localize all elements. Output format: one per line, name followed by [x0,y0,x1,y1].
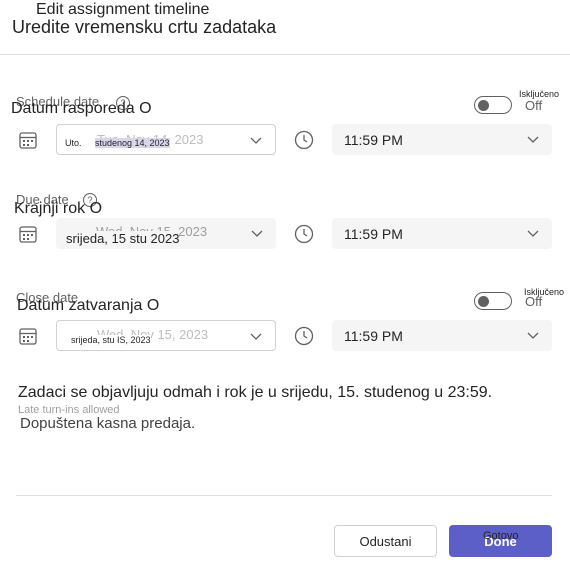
chevron-down-icon [250,333,262,340]
close-date-value: srijeda, stu IS, 2023 [71,335,151,345]
chevron-down-icon [527,332,539,339]
schedule-time-picker[interactable]: 11:59 PM [332,124,552,155]
schedule-date-day: Uto. [65,138,82,148]
due-date-picker[interactable]: Wed, Nov 15, 2023 srijeda, 15 stu 2023 [56,218,276,249]
cancel-button-label: Odustani [359,534,412,549]
chevron-down-icon [527,136,539,143]
close-time-value: 11:59 PM [344,328,403,344]
close-date-picker[interactable]: Wed, Nov 15, 2023 srijeda, stu IS, 2023 [56,320,276,351]
clock-icon [293,129,315,151]
chevron-down-icon [527,230,539,237]
schedule-time-value: 11:59 PM [344,132,403,148]
chevron-down-icon [250,137,262,144]
late-turnin-note: Dopuštena kasna predaja. [20,415,196,432]
toggle-knob [478,295,489,307]
header-divider [0,54,570,55]
dialog-title: Uredite vremensku crtu zadataka [12,17,277,37]
calendar-icon [17,223,39,245]
cancel-button[interactable]: Odustani [334,525,437,557]
schedule-toggle[interactable] [474,96,512,114]
due-date-value: srijeda, 15 stu 2023 [66,231,180,246]
clock-icon [293,325,315,347]
due-time-value: 11:59 PM [344,226,403,242]
close-toggle[interactable] [474,292,512,310]
calendar-icon [17,325,39,347]
clock-icon [293,223,315,245]
summary-message: Zadaci se objavljuju odmah i rok je u sr… [18,384,493,401]
close-time-picker[interactable]: 11:59 PM [332,320,552,351]
due-time-picker[interactable]: 11:59 PM [332,218,552,249]
calendar-icon [17,129,39,151]
footer-divider [16,495,552,496]
schedule-date-picker[interactable]: Tue, Nov 14, 2023 Uto. studenog 14, 2023 [56,124,276,155]
close-date-label: Datum zatvaranja O [17,297,160,314]
schedule-date-label: Datum rasporeda O [11,100,152,117]
done-button-label: Gotovo [483,530,519,542]
done-button[interactable]: Done Gotovo [449,525,552,557]
chevron-down-icon [251,230,263,237]
schedule-toggle-ghost: Off [525,98,543,113]
toggle-knob [478,99,489,111]
schedule-date-value: studenog 14, 2023 [95,138,170,148]
close-toggle-ghost: Off [525,294,543,309]
due-date-label: Krajnji rok O [14,200,103,217]
